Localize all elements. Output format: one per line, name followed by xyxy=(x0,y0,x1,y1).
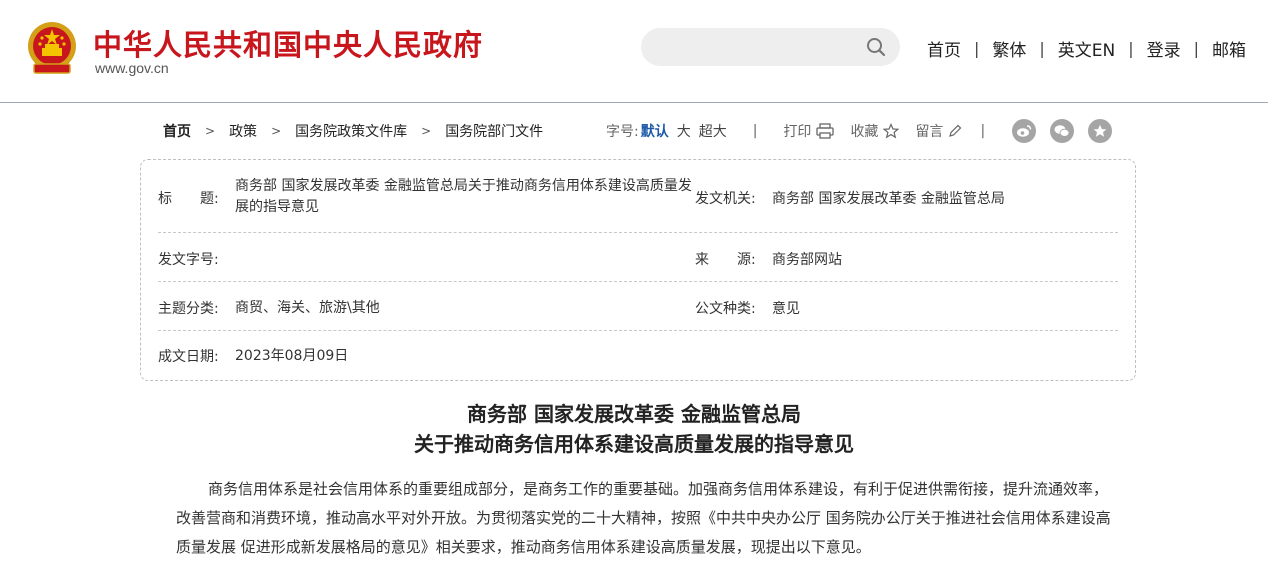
pencil-icon xyxy=(949,124,962,137)
favorite-button[interactable]: 收藏 xyxy=(850,121,900,141)
title-value: 商务部 国家发展改革委 金融监管总局关于推动商务信用体系建设高质量发展的指导意见 xyxy=(235,178,692,215)
issuer-value: 商务部 国家发展改革委 金融监管总局 xyxy=(772,191,1005,207)
search-box xyxy=(641,28,900,66)
printer-icon xyxy=(816,123,835,139)
comment-button[interactable]: 留言 xyxy=(915,121,962,141)
nav-home-link[interactable]: 首页 xyxy=(927,36,961,61)
article-title-line1: 商务部 国家发展改革委 金融监管总局 xyxy=(467,402,801,426)
nav-separator: | xyxy=(1193,39,1200,58)
info-row-docno: 发文字号: 来 源: 商务部网站 xyxy=(158,233,1118,282)
breadcrumb-policy[interactable]: 政策 xyxy=(229,121,257,141)
comment-label: 留言 xyxy=(915,124,944,140)
favorite-label: 收藏 xyxy=(850,124,879,140)
source-label: 来 源: xyxy=(695,252,756,268)
document-info-panel: 标 题: 商务部 国家发展改革委 金融监管总局关于推动商务信用体系建设高质量发展… xyxy=(140,159,1136,381)
nav-traditional-link[interactable]: 繁体 xyxy=(992,36,1026,61)
print-label: 打印 xyxy=(783,124,812,140)
chevron-right-icon: > xyxy=(271,124,282,138)
info-row-title: 标 题: 商务部 国家发展改革委 金融监管总局关于推动商务信用体系建设高质量发展… xyxy=(158,176,1118,233)
star-icon xyxy=(883,123,900,139)
site-url: www.gov.cn xyxy=(95,60,169,76)
chevron-right-icon: > xyxy=(205,124,216,138)
nav-mail-link[interactable]: 邮箱 xyxy=(1212,36,1246,61)
doc-type-label: 公文种类: xyxy=(695,301,756,317)
wechat-share-button[interactable] xyxy=(1050,119,1074,143)
nav-separator: | xyxy=(1039,39,1045,58)
site-header: 中华人民共和国中央人民政府 www.gov.cn 首页 | 繁体 | 英文EN … xyxy=(0,0,1268,103)
article-paragraph: 商务信用体系是社会信用体系的重要组成部分，是商务工作的重要基础。加强商务信用体系… xyxy=(176,480,1111,556)
info-row-date: 成文日期: 2023年08月09日 xyxy=(158,331,1118,377)
favorite-share-button[interactable] xyxy=(1088,119,1112,143)
breadcrumb: 首页 > 政策 > 国务院政策文件库 > 国务院部门文件 xyxy=(163,121,543,141)
search-icon[interactable] xyxy=(866,37,886,57)
weibo-icon xyxy=(1017,125,1032,137)
date-label: 成文日期: xyxy=(158,349,219,365)
topic-value: 商贸、海关、旅游\其他 xyxy=(235,300,380,316)
toolbar-separator: | xyxy=(980,123,986,139)
national-emblem-icon[interactable] xyxy=(26,20,78,76)
print-button[interactable]: 打印 xyxy=(783,121,835,141)
nav-login-link[interactable]: 登录 xyxy=(1147,36,1181,61)
issuer-label: 发文机关: xyxy=(695,191,756,207)
search-input[interactable] xyxy=(657,34,857,60)
weibo-share-button[interactable] xyxy=(1012,119,1036,143)
site-title[interactable]: 中华人民共和国中央人民政府 xyxy=(93,22,483,64)
nav-separator: | xyxy=(974,39,980,58)
star-filled-icon xyxy=(1093,124,1107,137)
breadcrumb-policy-library[interactable]: 国务院政策文件库 xyxy=(295,121,407,141)
font-size-xlarge-button[interactable]: 超大 xyxy=(699,121,727,141)
toolbar-separator: | xyxy=(752,123,758,139)
nav-separator: | xyxy=(1128,39,1134,58)
topic-label: 主题分类: xyxy=(158,301,219,317)
title-label: 标 题: xyxy=(158,191,219,207)
nav-english-link[interactable]: 英文EN xyxy=(1058,36,1115,61)
chevron-right-icon: > xyxy=(421,124,432,138)
font-size-label: 字号: xyxy=(606,124,639,140)
date-value: 2023年08月09日 xyxy=(235,348,349,364)
doc-number-label: 发文字号: xyxy=(158,252,219,268)
breadcrumb-home[interactable]: 首页 xyxy=(163,121,191,141)
article-toolbar: 字号: 默认 大 超大 | 打印 收藏 留言 | xyxy=(606,121,985,141)
font-size-default-button[interactable]: 默认 xyxy=(641,121,669,141)
font-size-large-button[interactable]: 大 xyxy=(677,121,691,141)
top-nav: 首页 | 繁体 | 英文EN | 登录 | 邮箱 xyxy=(927,36,1246,61)
info-row-topic: 主题分类: 商贸、海关、旅游\其他 公文种类: 意见 xyxy=(158,282,1118,331)
share-buttons xyxy=(1012,119,1126,143)
article-title-line2: 关于推动商务信用体系建设高质量发展的指导意见 xyxy=(414,432,854,456)
source-value: 商务部网站 xyxy=(772,252,842,268)
breadcrumb-department-docs[interactable]: 国务院部门文件 xyxy=(445,121,543,141)
doc-type-value: 意见 xyxy=(772,301,800,317)
wechat-icon xyxy=(1054,125,1070,137)
